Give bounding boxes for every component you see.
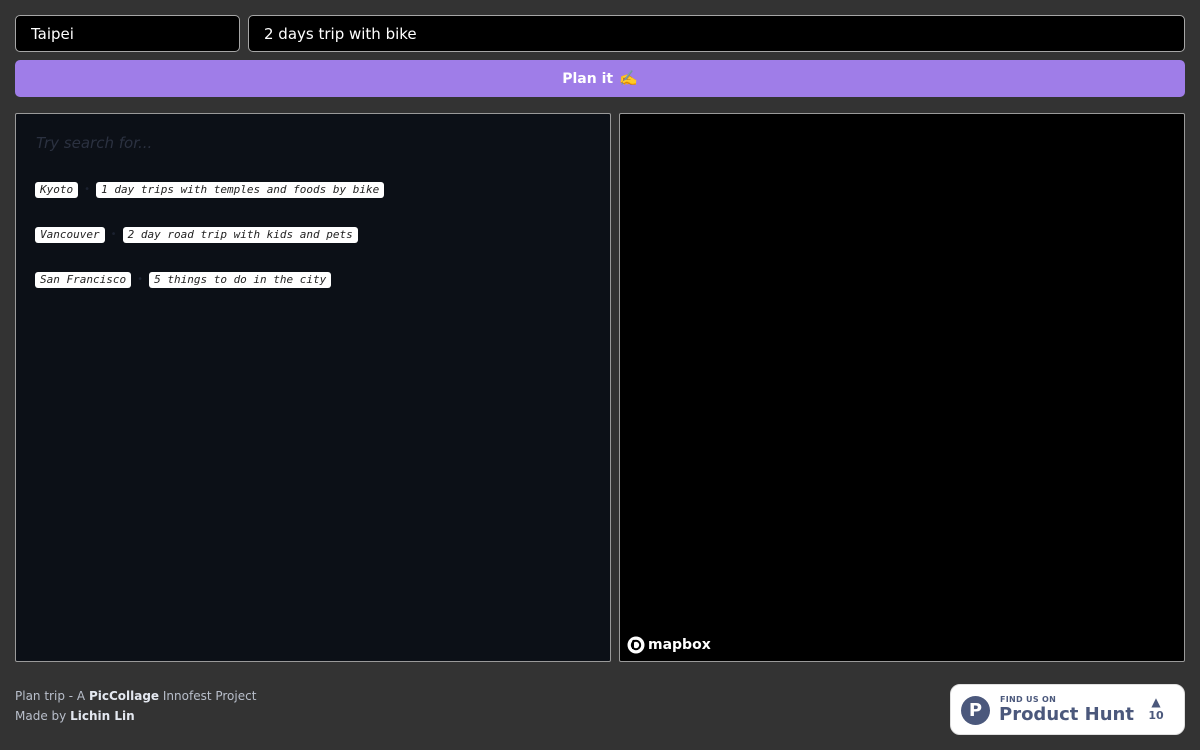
find-us-label: FIND US ON bbox=[1000, 695, 1057, 704]
suggestion-city-chip[interactable]: Kyoto bbox=[35, 182, 79, 198]
upvote-counter: ▲ 10 bbox=[1146, 695, 1166, 723]
suggestion-query-chip[interactable]: 2 day road trip with kids and pets bbox=[122, 227, 358, 243]
product-hunt-logo-icon: P bbox=[961, 696, 990, 725]
product-hunt-badge[interactable]: P FIND US ON Product Hunt ▲ 10 bbox=[950, 684, 1185, 735]
upvote-arrow-icon: ▲ bbox=[1151, 695, 1161, 709]
suggestion-vancouver[interactable]: Vancouver • 2 day road trip with kids an… bbox=[35, 227, 358, 243]
map-canvas[interactable]: mapbox bbox=[619, 113, 1185, 662]
footer-author-line: Made by Lichin Lin bbox=[15, 706, 256, 726]
suggestion-san-francisco[interactable]: San Francisco • 5 things to do in the ci… bbox=[35, 272, 332, 288]
footer-credits: Plan trip - A PicCollage Innofest Projec… bbox=[15, 686, 256, 726]
footer-suffix: Innofest Project bbox=[162, 689, 257, 703]
separator-dot-icon: • bbox=[137, 274, 144, 285]
piccollage-brand: PicCollage bbox=[88, 689, 160, 703]
suggestion-city-chip[interactable]: San Francisco bbox=[35, 272, 132, 288]
plan-it-label: Plan it bbox=[562, 70, 614, 87]
city-input[interactable] bbox=[15, 15, 240, 52]
search-row bbox=[15, 15, 1185, 52]
trip-query-input[interactable] bbox=[248, 15, 1185, 52]
separator-dot-icon: • bbox=[84, 184, 91, 195]
writing-hand-icon: ✍️ bbox=[619, 69, 638, 87]
separator-dot-icon: • bbox=[110, 229, 117, 240]
upvote-count: 10 bbox=[1148, 709, 1164, 722]
suggestion-city-chip[interactable]: Vancouver bbox=[35, 227, 105, 243]
mapbox-attribution[interactable]: mapbox bbox=[627, 636, 711, 654]
try-search-heading: Try search for... bbox=[36, 134, 153, 152]
made-by-label: Made by bbox=[15, 709, 67, 723]
mapbox-logo-icon bbox=[627, 636, 645, 654]
author-link[interactable]: Lichin Lin bbox=[70, 709, 135, 723]
footer-project-line: Plan trip - A PicCollage Innofest Projec… bbox=[15, 686, 256, 706]
plan-it-button[interactable]: Plan it ✍️ bbox=[15, 60, 1185, 97]
mapbox-wordmark: mapbox bbox=[648, 637, 711, 653]
results-panel: Try search for... Kyoto • 1 day trips wi… bbox=[15, 113, 611, 662]
suggestion-query-chip[interactable]: 1 day trips with temples and foods by bi… bbox=[96, 182, 385, 198]
suggestion-query-chip[interactable]: 5 things to do in the city bbox=[149, 272, 332, 288]
footer-prefix: Plan trip - A bbox=[15, 689, 86, 703]
suggestion-kyoto[interactable]: Kyoto • 1 day trips with temples and foo… bbox=[35, 182, 385, 198]
product-hunt-name: Product Hunt bbox=[999, 704, 1134, 725]
